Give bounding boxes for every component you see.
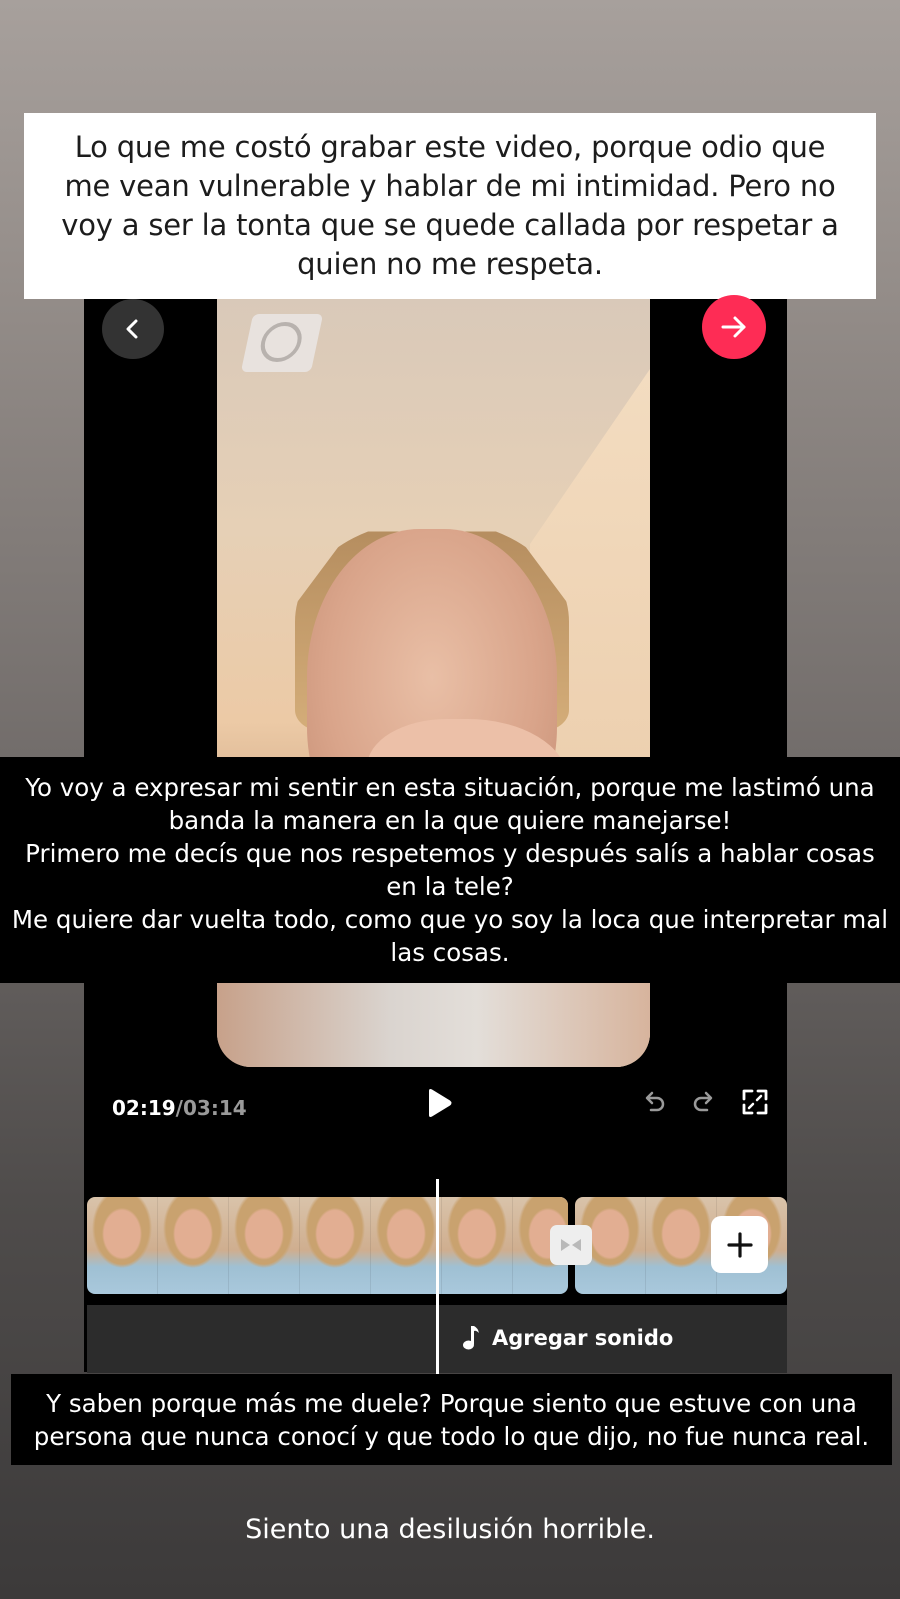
redo-button[interactable] (691, 1089, 717, 1115)
add-sound-label: Agregar sonido (492, 1326, 674, 1350)
next-button[interactable] (702, 295, 766, 359)
clip-thumbnail (646, 1197, 717, 1294)
caption-bottom-text: Y saben porque más me duele? Porque sien… (33, 1388, 870, 1451)
story-caption-middle: Yo voy a expresar mi sentir en esta situ… (0, 757, 900, 983)
clip-thumbnail (229, 1197, 300, 1294)
redo-icon (693, 1091, 713, 1112)
time-separator: / (175, 1096, 183, 1120)
back-button[interactable] (102, 299, 164, 359)
add-clip-button[interactable] (711, 1216, 768, 1273)
clip-thumbnail (158, 1197, 229, 1294)
clip-thumbnail (442, 1197, 513, 1294)
undo-icon (645, 1091, 665, 1112)
chevron-left-icon (126, 319, 138, 339)
transition-button[interactable] (550, 1225, 592, 1265)
person-shirt (217, 979, 650, 1067)
fullscreen-button[interactable] (741, 1088, 769, 1116)
current-time: 02:19 (112, 1096, 176, 1120)
clip-thumbnail (371, 1197, 442, 1294)
fullscreen-icon (742, 1089, 768, 1115)
ceiling-vent (240, 314, 324, 372)
playhead[interactable] (436, 1179, 439, 1374)
clip-thumbnail (300, 1197, 371, 1294)
caption-top-text: Lo que me costó grabar este video, porqu… (61, 130, 839, 281)
transition-icon (561, 1239, 581, 1251)
timeline-clip-1[interactable] (87, 1197, 568, 1294)
music-note-icon (463, 1326, 479, 1350)
arrow-right-icon (721, 316, 746, 338)
play-icon (429, 1089, 452, 1117)
plus-icon (726, 1231, 753, 1258)
story-caption-bottom: Y saben porque más me duele? Porque sien… (11, 1374, 892, 1465)
undo-button[interactable] (641, 1089, 667, 1115)
caption-middle-text: Yo voy a expresar mi sentir en esta situ… (11, 773, 889, 967)
story-caption-final: Siento una desilusión horrible. (245, 1514, 655, 1545)
story-caption-top: Lo que me costó grabar este video, porqu… (24, 113, 876, 299)
add-sound-button[interactable]: Agregar sonido (462, 1325, 673, 1351)
play-button[interactable] (425, 1088, 453, 1118)
total-time: 03:14 (182, 1096, 247, 1120)
time-readout: 02:19/03:14 (112, 1096, 247, 1120)
clip-thumbnail (87, 1197, 158, 1294)
